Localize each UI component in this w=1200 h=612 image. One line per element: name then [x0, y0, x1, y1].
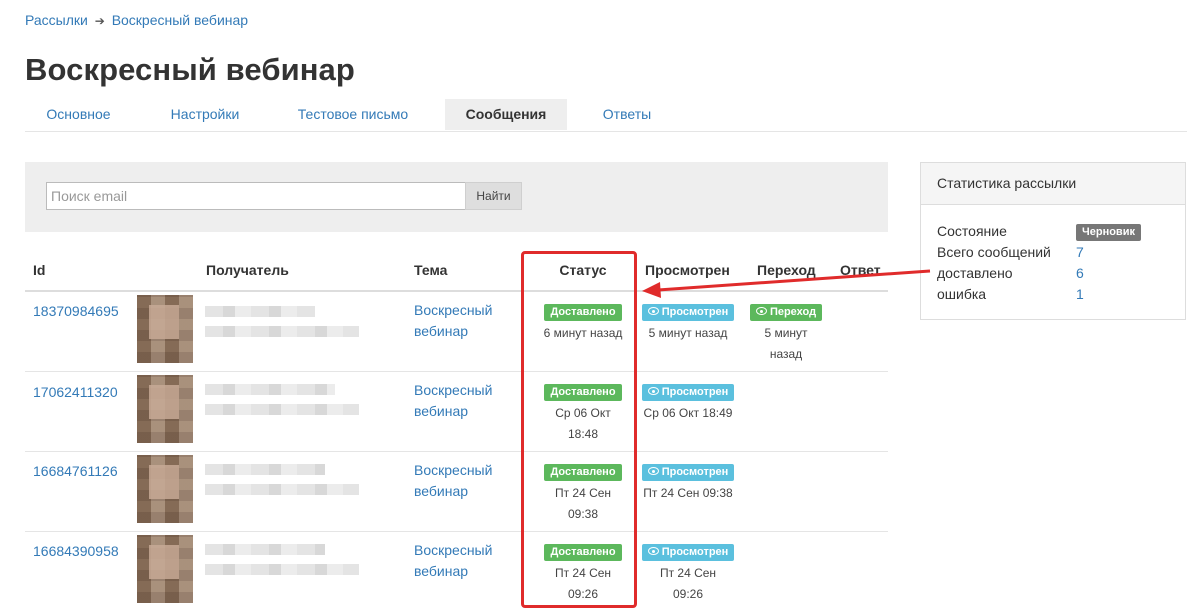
viewed-time: Ср 06 Окт 18:49 [643, 406, 733, 420]
subject-link[interactable]: Воскресный вебинар [414, 380, 514, 422]
eye-icon [647, 307, 659, 315]
status-time: Ср 06 Окт 18:48 [555, 406, 611, 441]
breadcrumb: Рассылки ➔ Воскресный вебинар [25, 12, 248, 28]
table-row: 16684390958 Воскресный вебинар Доставлен… [25, 532, 888, 612]
message-id-link[interactable]: 16684390958 [33, 543, 119, 559]
eye-icon [647, 547, 659, 555]
stats-state-label: Состояние [937, 223, 1007, 239]
viewed-badge: Просмотрен [641, 304, 735, 321]
recipient-email-blurred [205, 484, 359, 495]
column-header-viewed[interactable]: Просмотрен [645, 262, 730, 278]
recipient-name-blurred [205, 544, 325, 555]
column-header-status[interactable]: Статус [533, 262, 633, 278]
viewed-cell: Просмотрен Пт 24 Сен 09:26 [638, 542, 738, 605]
recipient-name-blurred [205, 384, 335, 395]
viewed-time: Пт 24 Сен 09:26 [659, 566, 717, 601]
recipient-avatar [137, 455, 193, 523]
status-badge-delivered: Доставлено [544, 544, 622, 561]
stats-panel-header: Статистика рассылки [921, 163, 1185, 205]
recipient-name-blurred [205, 306, 315, 317]
recipient-avatar [137, 375, 193, 443]
column-header-id[interactable]: Id [33, 262, 45, 278]
viewed-time: 5 минут назад [648, 326, 728, 340]
click-badge-label: Переход [769, 306, 817, 318]
stats-error-label: ошибка [937, 286, 987, 302]
stats-state-value: Черновик [1076, 224, 1141, 242]
message-id-link[interactable]: 16684761126 [33, 463, 118, 479]
status-badge-delivered: Доставлено [544, 464, 622, 481]
viewed-badge-label: Просмотрен [661, 386, 729, 398]
eye-icon [647, 387, 659, 395]
recipient-email-blurred [205, 404, 359, 415]
click-time: 5 минут назад [764, 326, 808, 361]
column-header-recipient[interactable]: Получатель [206, 262, 289, 278]
draft-badge: Черновик [1076, 224, 1141, 242]
mailing-stats-panel: Статистика рассылки Состояние Черновик В… [920, 162, 1186, 320]
viewed-cell: Просмотрен Ср 06 Окт 18:49 [638, 382, 738, 424]
subject-link[interactable]: Воскресный вебинар [414, 540, 514, 582]
status-cell: Доставлено Пт 24 Сен 09:26 [533, 542, 633, 605]
viewed-badge: Просмотрен [641, 464, 735, 481]
column-header-subject[interactable]: Тема [414, 262, 447, 278]
recipient-name-blurred [205, 464, 325, 475]
column-header-reply[interactable]: Ответ [840, 262, 881, 278]
status-badge-delivered: Доставлено [544, 384, 622, 401]
search-panel: Найти [25, 162, 888, 232]
viewed-cell: Просмотрен 5 минут назад [638, 302, 738, 344]
status-time: Пт 24 Сен 09:38 [554, 486, 612, 521]
stats-panel-title: Статистика рассылки [937, 175, 1077, 191]
viewed-badge-label: Просмотрен [661, 546, 729, 558]
click-cell: Переход 5 минут назад [749, 302, 823, 365]
recipient-avatar [137, 295, 193, 363]
viewed-badge: Просмотрен [641, 544, 735, 561]
subject-link[interactable]: Воскресный вебинар [414, 460, 514, 502]
stats-error-link[interactable]: 1 [1076, 286, 1084, 302]
eye-icon [755, 307, 767, 315]
table-row: 17062411320 Воскресный вебинар Доставлен… [25, 372, 888, 452]
click-badge: Переход [749, 304, 823, 321]
status-cell: Доставлено 6 минут назад [533, 302, 633, 344]
recipient-avatar [137, 535, 193, 603]
table-row: 16684761126 Воскресный вебинар Доставлен… [25, 452, 888, 532]
stats-total-link[interactable]: 7 [1076, 244, 1084, 260]
tab-settings[interactable]: Настройки [152, 99, 258, 130]
viewed-cell: Просмотрен Пт 24 Сен 09:38 [638, 462, 738, 504]
breadcrumb-arrow-icon: ➔ [94, 14, 105, 28]
column-header-click[interactable]: Переход [757, 262, 816, 278]
subject-link[interactable]: Воскресный вебинар [414, 300, 514, 342]
search-email-input[interactable] [46, 182, 468, 210]
tab-test-email[interactable]: Тестовое письмо [281, 99, 425, 130]
stats-delivered-label: доставлено [937, 265, 1013, 281]
status-time: Пт 24 Сен 09:26 [554, 566, 612, 601]
viewed-badge-label: Просмотрен [661, 466, 729, 478]
status-time: 6 минут назад [543, 326, 623, 340]
message-id-link[interactable]: 18370984695 [33, 303, 119, 319]
viewed-time: Пт 24 Сен 09:38 [643, 486, 733, 500]
status-cell: Доставлено Ср 06 Окт 18:48 [533, 382, 633, 445]
message-id-link[interactable]: 17062411320 [33, 384, 118, 400]
status-cell: Доставлено Пт 24 Сен 09:38 [533, 462, 633, 525]
stats-delivered-link[interactable]: 6 [1076, 265, 1084, 281]
tab-bar: Основное Настройки Тестовое письмо Сообщ… [25, 99, 1187, 132]
tab-messages[interactable]: Сообщения [445, 99, 567, 130]
eye-icon [647, 467, 659, 475]
tab-main[interactable]: Основное [25, 99, 132, 130]
breadcrumb-link-mailings[interactable]: Рассылки [25, 12, 88, 28]
recipient-email-blurred [205, 326, 359, 337]
recipient-email-blurred [205, 564, 359, 575]
viewed-badge: Просмотрен [641, 384, 735, 401]
breadcrumb-current[interactable]: Воскресный вебинар [112, 12, 248, 28]
viewed-badge-label: Просмотрен [661, 306, 729, 318]
stats-total-label: Всего сообщений [937, 244, 1051, 260]
page-title: Воскресный вебинар [25, 52, 355, 87]
status-badge-delivered: Доставлено [544, 304, 622, 321]
table-row: 18370984695 Воскресный вебинар Доставлен… [25, 292, 888, 372]
tab-replies[interactable]: Ответы [587, 99, 667, 130]
search-button[interactable]: Найти [465, 182, 522, 210]
